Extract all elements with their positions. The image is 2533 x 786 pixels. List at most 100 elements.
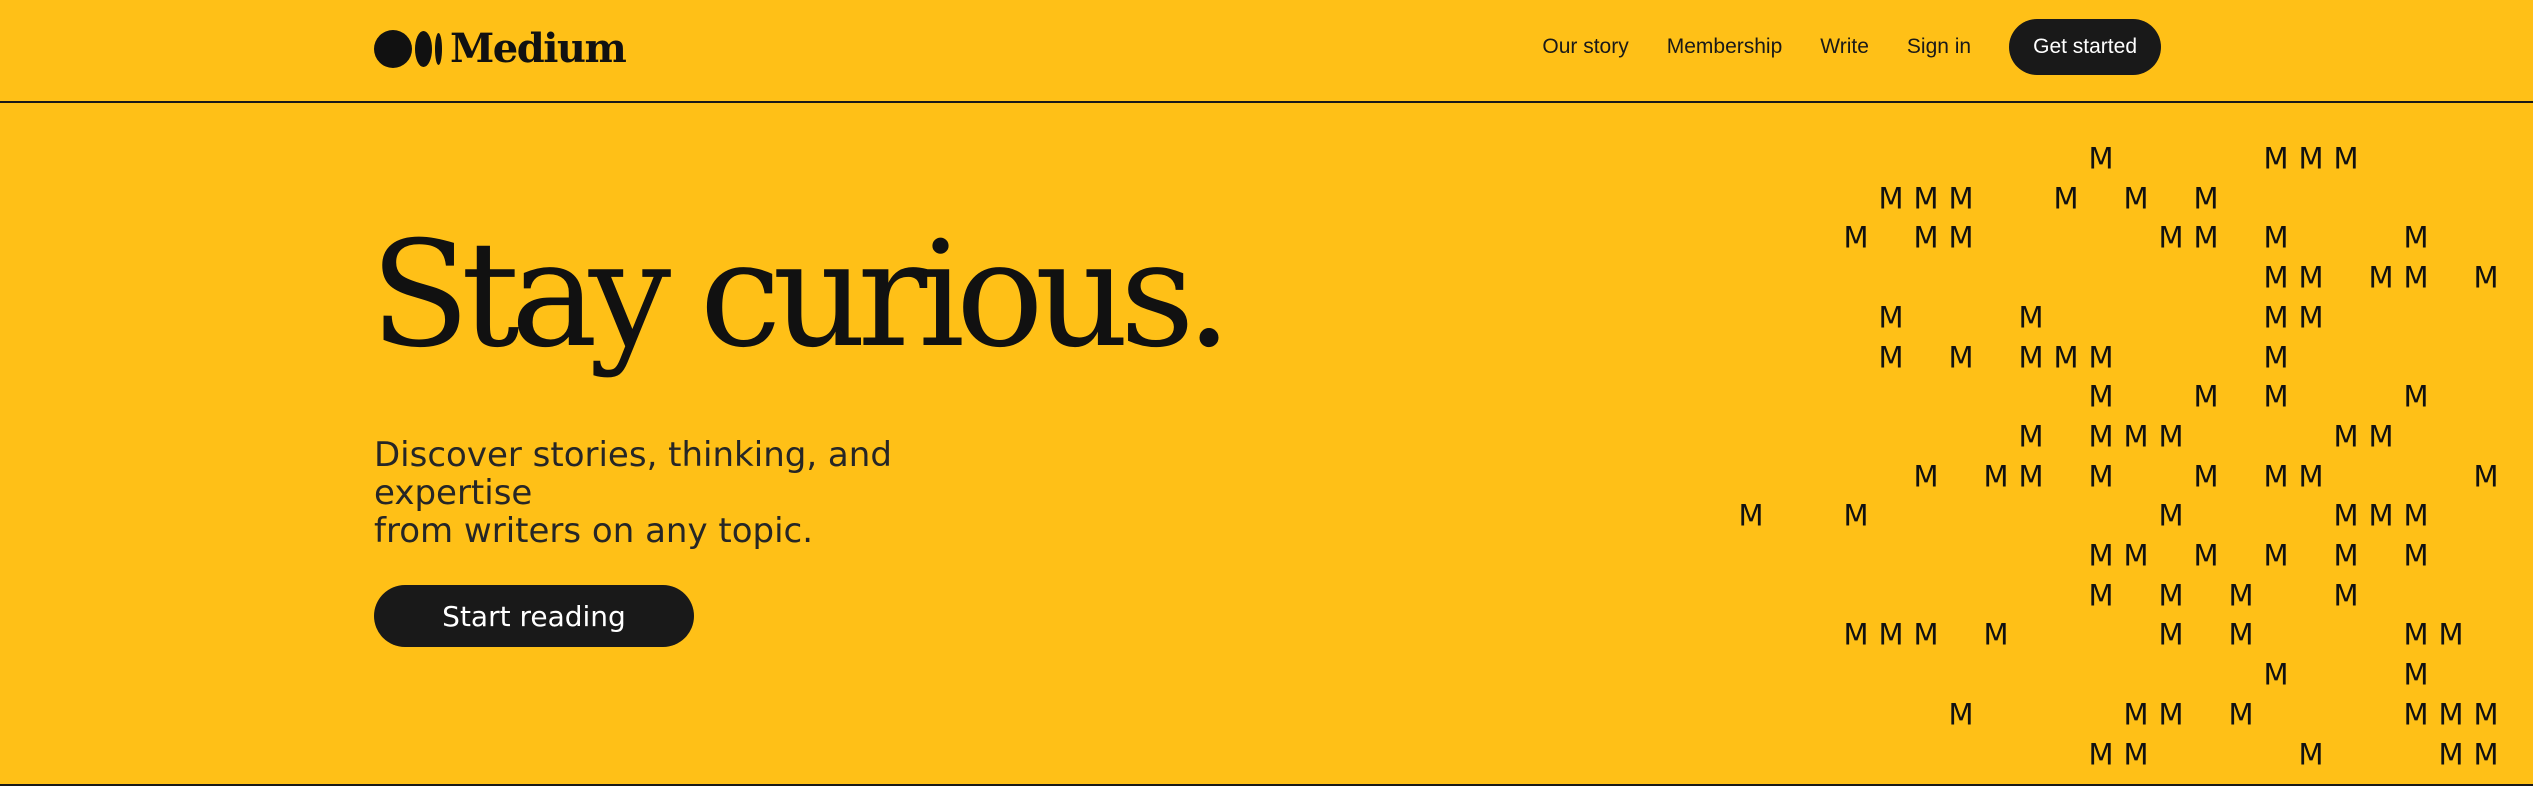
hero-subtitle: Discover stories, thinking, and expertis… [374, 436, 1054, 550]
pattern-m-letter: M [2158, 578, 2184, 613]
pattern-m-letter: M [2333, 538, 2359, 573]
pattern-m-letter: M [2123, 419, 2149, 454]
pattern-m-letter: M [2263, 459, 2289, 494]
pattern-m-letter: M [1913, 617, 1939, 652]
pattern-m-letter: M [2123, 697, 2149, 732]
pattern-m-letter: M [2088, 141, 2114, 176]
pattern-m-letter: M [2263, 220, 2289, 255]
pattern-m-letter: M [2403, 697, 2429, 732]
pattern-m-letter: M [1843, 220, 1869, 255]
pattern-m-letter: M [1983, 617, 2009, 652]
pattern-m-letter: M [2088, 379, 2114, 414]
pattern-m-letter: M [2368, 260, 2394, 295]
pattern-m-letter: M [2438, 617, 2464, 652]
nav-membership[interactable]: Membership [1667, 35, 1783, 59]
medium-logo-icon [374, 30, 442, 68]
pattern-m-letter: M [2473, 737, 2499, 771]
pattern-m-letter: M [2263, 141, 2289, 176]
pattern-m-letter: M [1843, 498, 1869, 533]
pattern-m-letter: M [2193, 181, 2219, 216]
pattern-m-letter: M [1878, 340, 1904, 374]
pattern-m-letter: M [2438, 737, 2464, 771]
pattern-m-letter: M [2053, 181, 2079, 216]
pattern-m-letter: M [1948, 697, 1974, 732]
pattern-m-letter: M [2193, 459, 2219, 494]
hero-title: Stay curious. [370, 210, 1232, 380]
pattern-m-letter: M [2228, 617, 2254, 652]
pattern-m-letter: M [1913, 181, 1939, 216]
pattern-m-letter: M [2298, 260, 2324, 295]
pattern-m-letter: M [2403, 657, 2429, 692]
pattern-m-letter: M [2228, 697, 2254, 732]
pattern-m-letter: M [2263, 340, 2289, 374]
pattern-m-letter: M [2088, 459, 2114, 494]
pattern-m-letter: M [2018, 459, 2044, 494]
pattern-m-letter: M [2018, 419, 2044, 454]
nav-write[interactable]: Write [1820, 35, 1869, 59]
pattern-m-letter: M [2403, 498, 2429, 533]
pattern-m-letter: M [2333, 578, 2359, 613]
pattern-m-letter: M [2298, 300, 2324, 335]
pattern-m-letter: M [2298, 459, 2324, 494]
pattern-m-letter: M [2403, 538, 2429, 573]
pattern-m-letter: M [1738, 498, 1764, 533]
pattern-m-letter: M [2228, 578, 2254, 613]
pattern-m-letter: M [2368, 498, 2394, 533]
pattern-m-letter: M [2123, 737, 2149, 771]
pattern-m-letter: M [2018, 300, 2044, 335]
pattern-m-letter: M [1878, 181, 1904, 216]
site-header: Medium Our story Membership Write Sign i… [0, 0, 2533, 103]
pattern-m-letter: M [2123, 538, 2149, 573]
pattern-m-letter: M [2263, 657, 2289, 692]
pattern-m-letter: M [2088, 340, 2114, 374]
pattern-m-letter: M [2018, 340, 2044, 374]
pattern-m-letter: M [2263, 260, 2289, 295]
pattern-m-letter: M [1878, 617, 1904, 652]
pattern-m-letter: M [2088, 419, 2114, 454]
pattern-m-letter: M [2088, 737, 2114, 771]
pattern-m-letter: M [2473, 697, 2499, 732]
pattern-m-letter: M [1948, 220, 1974, 255]
pattern-m-letter: M [2193, 379, 2219, 414]
m-letter-pattern: MMMMMMMMMMMMMMMMMMMMMMMMMMMMMMMMMMMMMMMM… [0, 0, 2533, 786]
top-nav: Our story Membership Write Sign in Get s… [1504, 19, 2161, 75]
medium-logo[interactable]: Medium [374, 25, 627, 73]
pattern-m-letter: M [2403, 617, 2429, 652]
pattern-m-letter: M [2088, 578, 2114, 613]
pattern-m-letter: M [2263, 538, 2289, 573]
pattern-m-letter: M [1948, 340, 1974, 374]
hero-subtitle-line-1: Discover stories, thinking, and expertis… [374, 435, 892, 513]
pattern-m-letter: M [2298, 737, 2324, 771]
pattern-m-letter: M [1878, 300, 1904, 335]
pattern-m-letter: M [2158, 419, 2184, 454]
pattern-m-letter: M [2333, 498, 2359, 533]
pattern-m-letter: M [2473, 260, 2499, 295]
pattern-m-letter: M [1983, 459, 2009, 494]
pattern-m-letter: M [1913, 220, 1939, 255]
pattern-m-letter: M [2123, 181, 2149, 216]
pattern-m-letter: M [2158, 498, 2184, 533]
pattern-m-letter: M [2403, 220, 2429, 255]
pattern-m-letter: M [1913, 459, 1939, 494]
pattern-m-letter: M [2088, 538, 2114, 573]
pattern-m-letter: M [2403, 379, 2429, 414]
get-started-button[interactable]: Get started [2009, 19, 2161, 75]
pattern-m-letter: M [2263, 300, 2289, 335]
pattern-m-letter: M [2158, 697, 2184, 732]
pattern-m-letter: M [2473, 459, 2499, 494]
pattern-m-letter: M [2298, 141, 2324, 176]
pattern-m-letter: M [2333, 141, 2359, 176]
logo-wordmark: Medium [450, 25, 627, 72]
pattern-m-letter: M [2333, 419, 2359, 454]
pattern-m-letter: M [2158, 220, 2184, 255]
start-reading-button[interactable]: Start reading [374, 585, 694, 647]
pattern-m-letter: M [2263, 379, 2289, 414]
pattern-m-letter: M [1843, 617, 1869, 652]
pattern-m-letter: M [1948, 181, 1974, 216]
hero-subtitle-line-2: from writers on any topic. [374, 511, 814, 551]
pattern-m-letter: M [2158, 617, 2184, 652]
nav-sign-in[interactable]: Sign in [1907, 35, 1971, 59]
pattern-m-letter: M [2438, 697, 2464, 732]
pattern-m-letter: M [2193, 220, 2219, 255]
nav-our-story[interactable]: Our story [1542, 35, 1628, 59]
